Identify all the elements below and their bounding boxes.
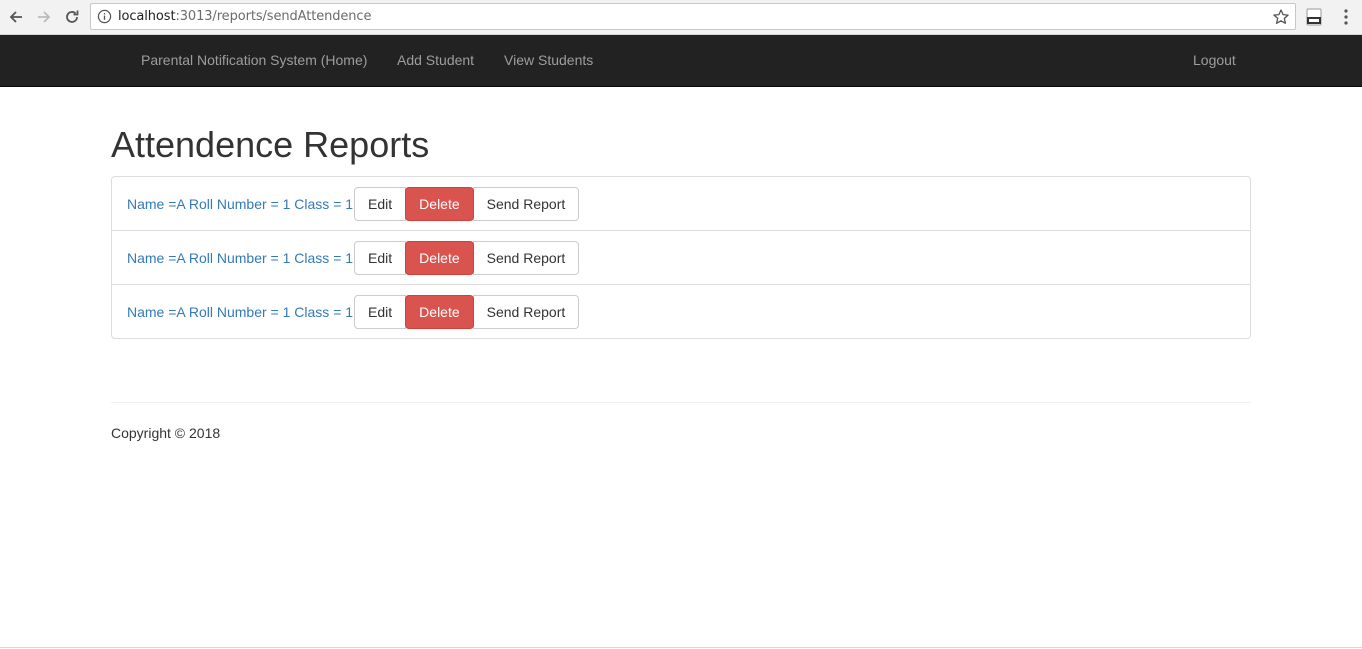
navbar: Parental Notification System (Home) Add … (0, 35, 1362, 87)
edit-button[interactable]: Edit (354, 186, 407, 221)
url-host: localhost (118, 9, 176, 24)
list-item: Name =A Roll Number = 1 Class = 1 Edit D… (111, 176, 1251, 231)
extension-icon[interactable] (1304, 7, 1324, 27)
nav-link-view-students[interactable]: View Students (504, 35, 593, 86)
nav-link-add-student[interactable]: Add Student (397, 35, 474, 86)
edit-button[interactable]: Edit (354, 294, 407, 329)
send-report-button[interactable]: Send Report (472, 186, 580, 221)
list-item: Name =A Roll Number = 1 Class = 1 Edit D… (111, 230, 1251, 285)
delete-button[interactable]: Delete (405, 186, 474, 221)
report-link[interactable]: Name =A Roll Number = 1 Class = 1 (127, 250, 353, 266)
browser-menu-icon[interactable] (1338, 7, 1354, 27)
nav-link-logout[interactable]: Logout (1193, 35, 1236, 86)
page-title: Attendence Reports (111, 124, 430, 165)
window-bottom-border (0, 647, 1362, 648)
url-path: :3013/reports/sendAttendence (175, 9, 372, 24)
footer-divider (111, 402, 1251, 403)
edit-button[interactable]: Edit (354, 240, 407, 275)
footer-copyright: Copyright © 2018 (111, 425, 221, 441)
send-report-button[interactable]: Send Report (472, 294, 580, 329)
delete-button[interactable]: Delete (405, 240, 474, 275)
send-report-button[interactable]: Send Report (472, 240, 580, 275)
reports-list: Name =A Roll Number = 1 Class = 1 Edit D… (111, 176, 1251, 339)
delete-button[interactable]: Delete (405, 294, 474, 329)
browser-toolbar: localhost:3013/reports/sendAttendence (0, 0, 1362, 35)
reload-icon[interactable] (61, 6, 83, 28)
list-item: Name =A Roll Number = 1 Class = 1 Edit D… (111, 284, 1251, 339)
navbar-brand-home-link[interactable]: Parental Notification System (Home) (141, 35, 367, 86)
report-link[interactable]: Name =A Roll Number = 1 Class = 1 (127, 304, 353, 320)
info-icon[interactable] (97, 9, 112, 24)
address-bar[interactable]: localhost:3013/reports/sendAttendence (90, 3, 1296, 30)
forward-icon[interactable] (33, 6, 55, 28)
bookmark-star-icon[interactable] (1272, 8, 1290, 26)
url-text: localhost:3013/reports/sendAttendence (118, 9, 371, 24)
report-link[interactable]: Name =A Roll Number = 1 Class = 1 (127, 196, 353, 212)
back-icon[interactable] (5, 6, 27, 28)
